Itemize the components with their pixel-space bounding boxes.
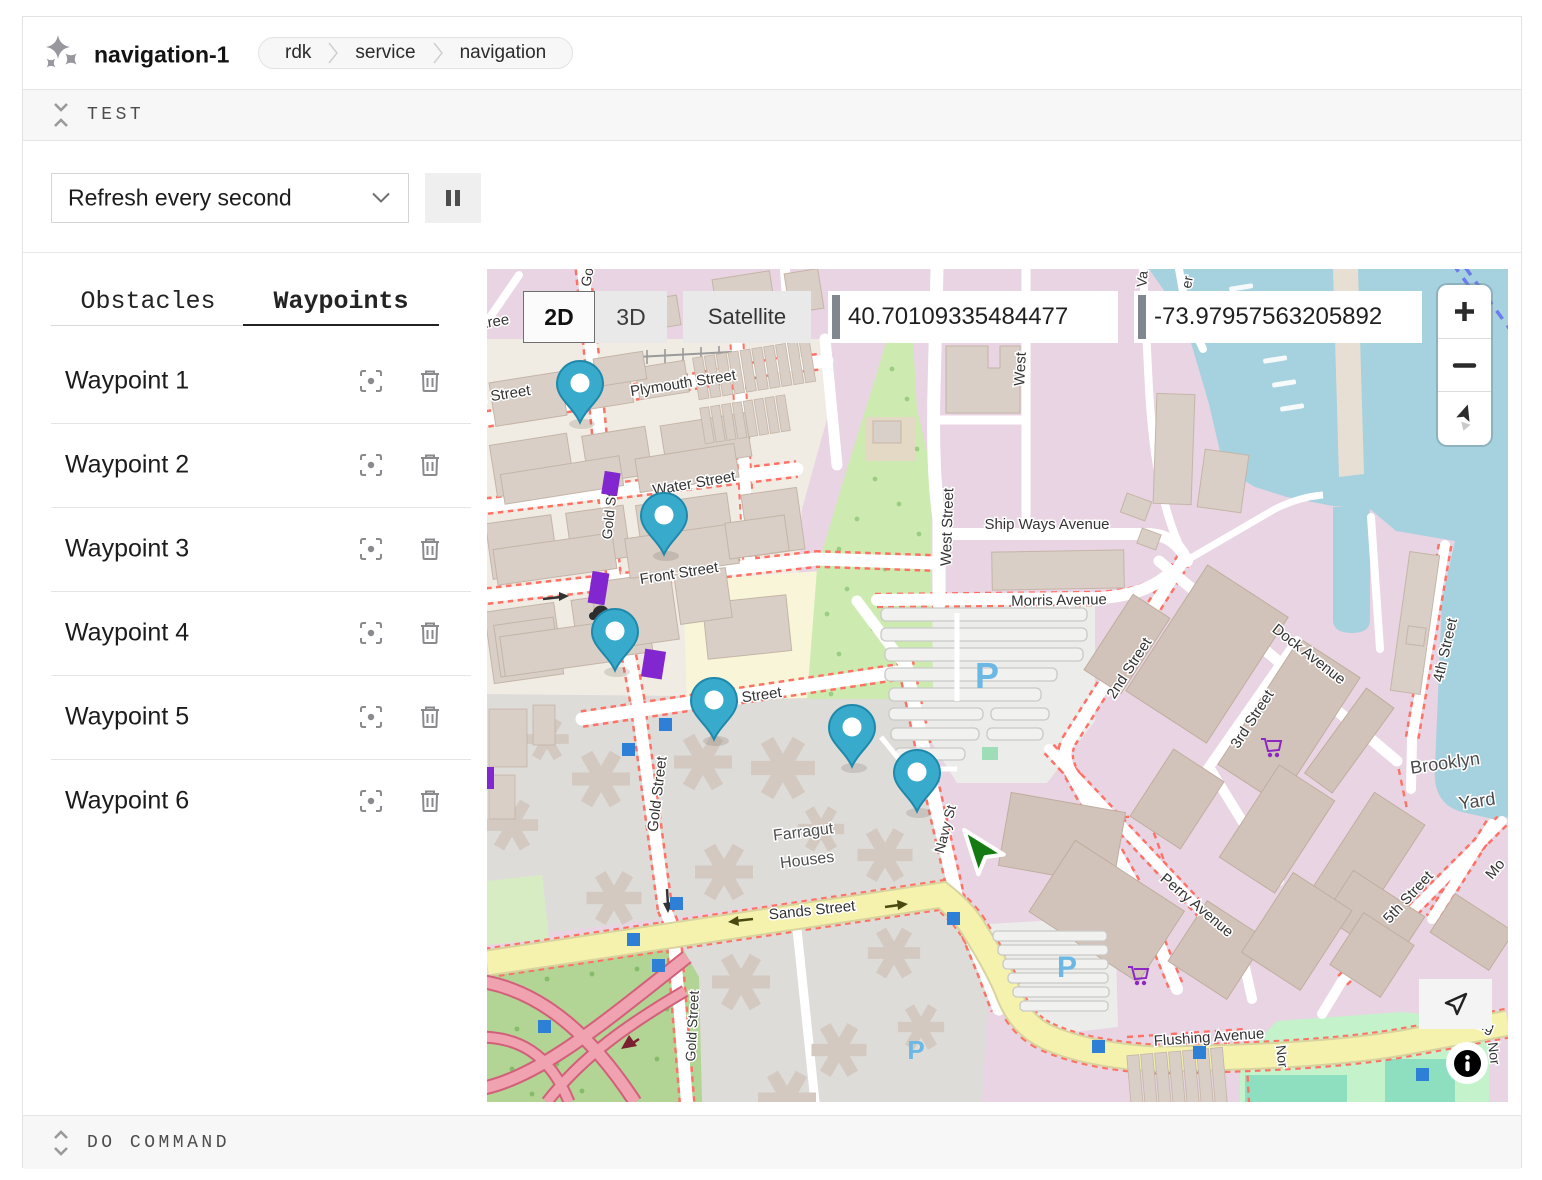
svg-text:Nor: Nor (1273, 1044, 1292, 1069)
svg-text:West Street: West Street (938, 487, 958, 566)
svg-text:P: P (907, 1035, 924, 1065)
svg-text:Morris Avenue: Morris Avenue (1011, 591, 1107, 610)
svg-text:Go: Go (577, 269, 596, 288)
svg-text:P: P (1057, 951, 1077, 984)
svg-text:Ship Ways Avenue: Ship Ways Avenue (984, 516, 1109, 533)
svg-text:Va: Va (1133, 270, 1150, 288)
svg-text:West: West (1011, 351, 1030, 387)
svg-text:P: P (975, 655, 999, 696)
